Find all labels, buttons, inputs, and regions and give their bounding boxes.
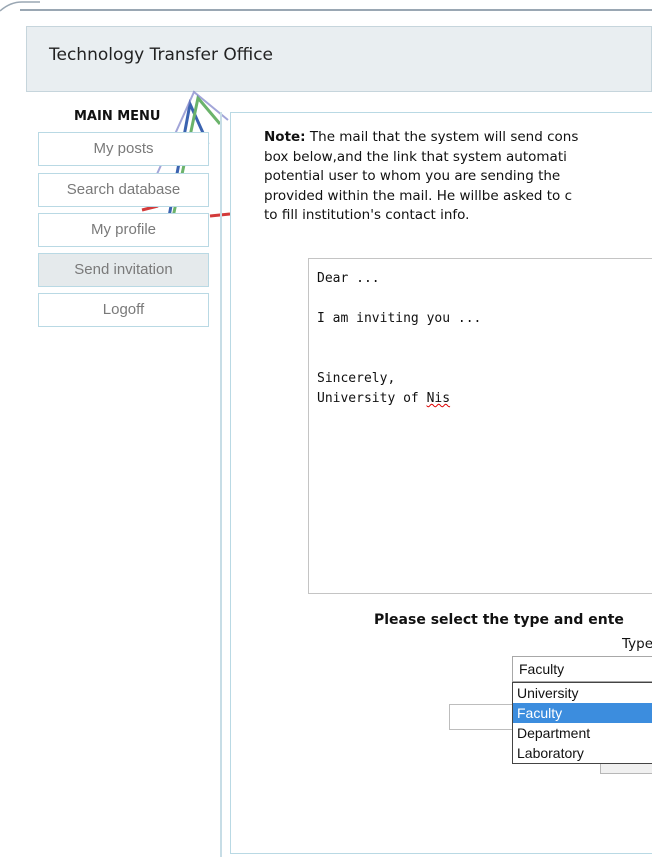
sidebar-divider [220, 112, 222, 857]
page-header: Technology Transfer Office [26, 26, 652, 92]
email-input[interactable] [449, 704, 519, 730]
misspelled-word: Nis [426, 391, 451, 406]
type-dropdown-list: University Faculty Department Laboratory [512, 682, 652, 764]
menu-item-logoff[interactable]: Logoff [38, 293, 209, 327]
menu-item-send-invitation[interactable]: Send invitation [38, 253, 209, 287]
note-line: provided within the mail. He willbe aske… [264, 187, 573, 204]
note-label: Note: [264, 129, 306, 145]
mail-body-textarea[interactable]: Dear ... I am inviting you ... Sincerely… [308, 258, 652, 594]
menu-item-my-profile[interactable]: My profile [38, 213, 209, 247]
window-top-edge [0, 0, 652, 12]
note-text: Note: The mail that the system will send… [264, 128, 652, 226]
note-line: box below,and the link that system autom… [264, 148, 567, 165]
note-line: The mail that the system will send cons [305, 129, 579, 145]
window-top-border [20, 9, 652, 11]
note-line: potential user to whom you are sending t… [264, 168, 561, 184]
select-type-heading: Please select the type and ente [374, 612, 624, 628]
page-title: Technology Transfer Office [49, 45, 274, 65]
menu-item-my-posts[interactable]: My posts [38, 132, 209, 166]
dropdown-option-faculty[interactable]: Faculty [513, 703, 652, 723]
type-label: Type [622, 636, 652, 652]
dropdown-option-department[interactable]: Department [513, 723, 652, 743]
menu-item-search-database[interactable]: Search database [38, 173, 209, 207]
type-select[interactable]: Faculty [512, 656, 652, 682]
mail-body-text: Dear ... I am inviting you ... Sincerely… [317, 271, 482, 406]
main-menu-title: MAIN MENU [74, 109, 161, 124]
dropdown-option-university[interactable]: University [513, 683, 652, 703]
note-line: to fill institution's contact info. [264, 207, 470, 223]
dropdown-option-laboratory[interactable]: Laboratory [513, 743, 652, 763]
